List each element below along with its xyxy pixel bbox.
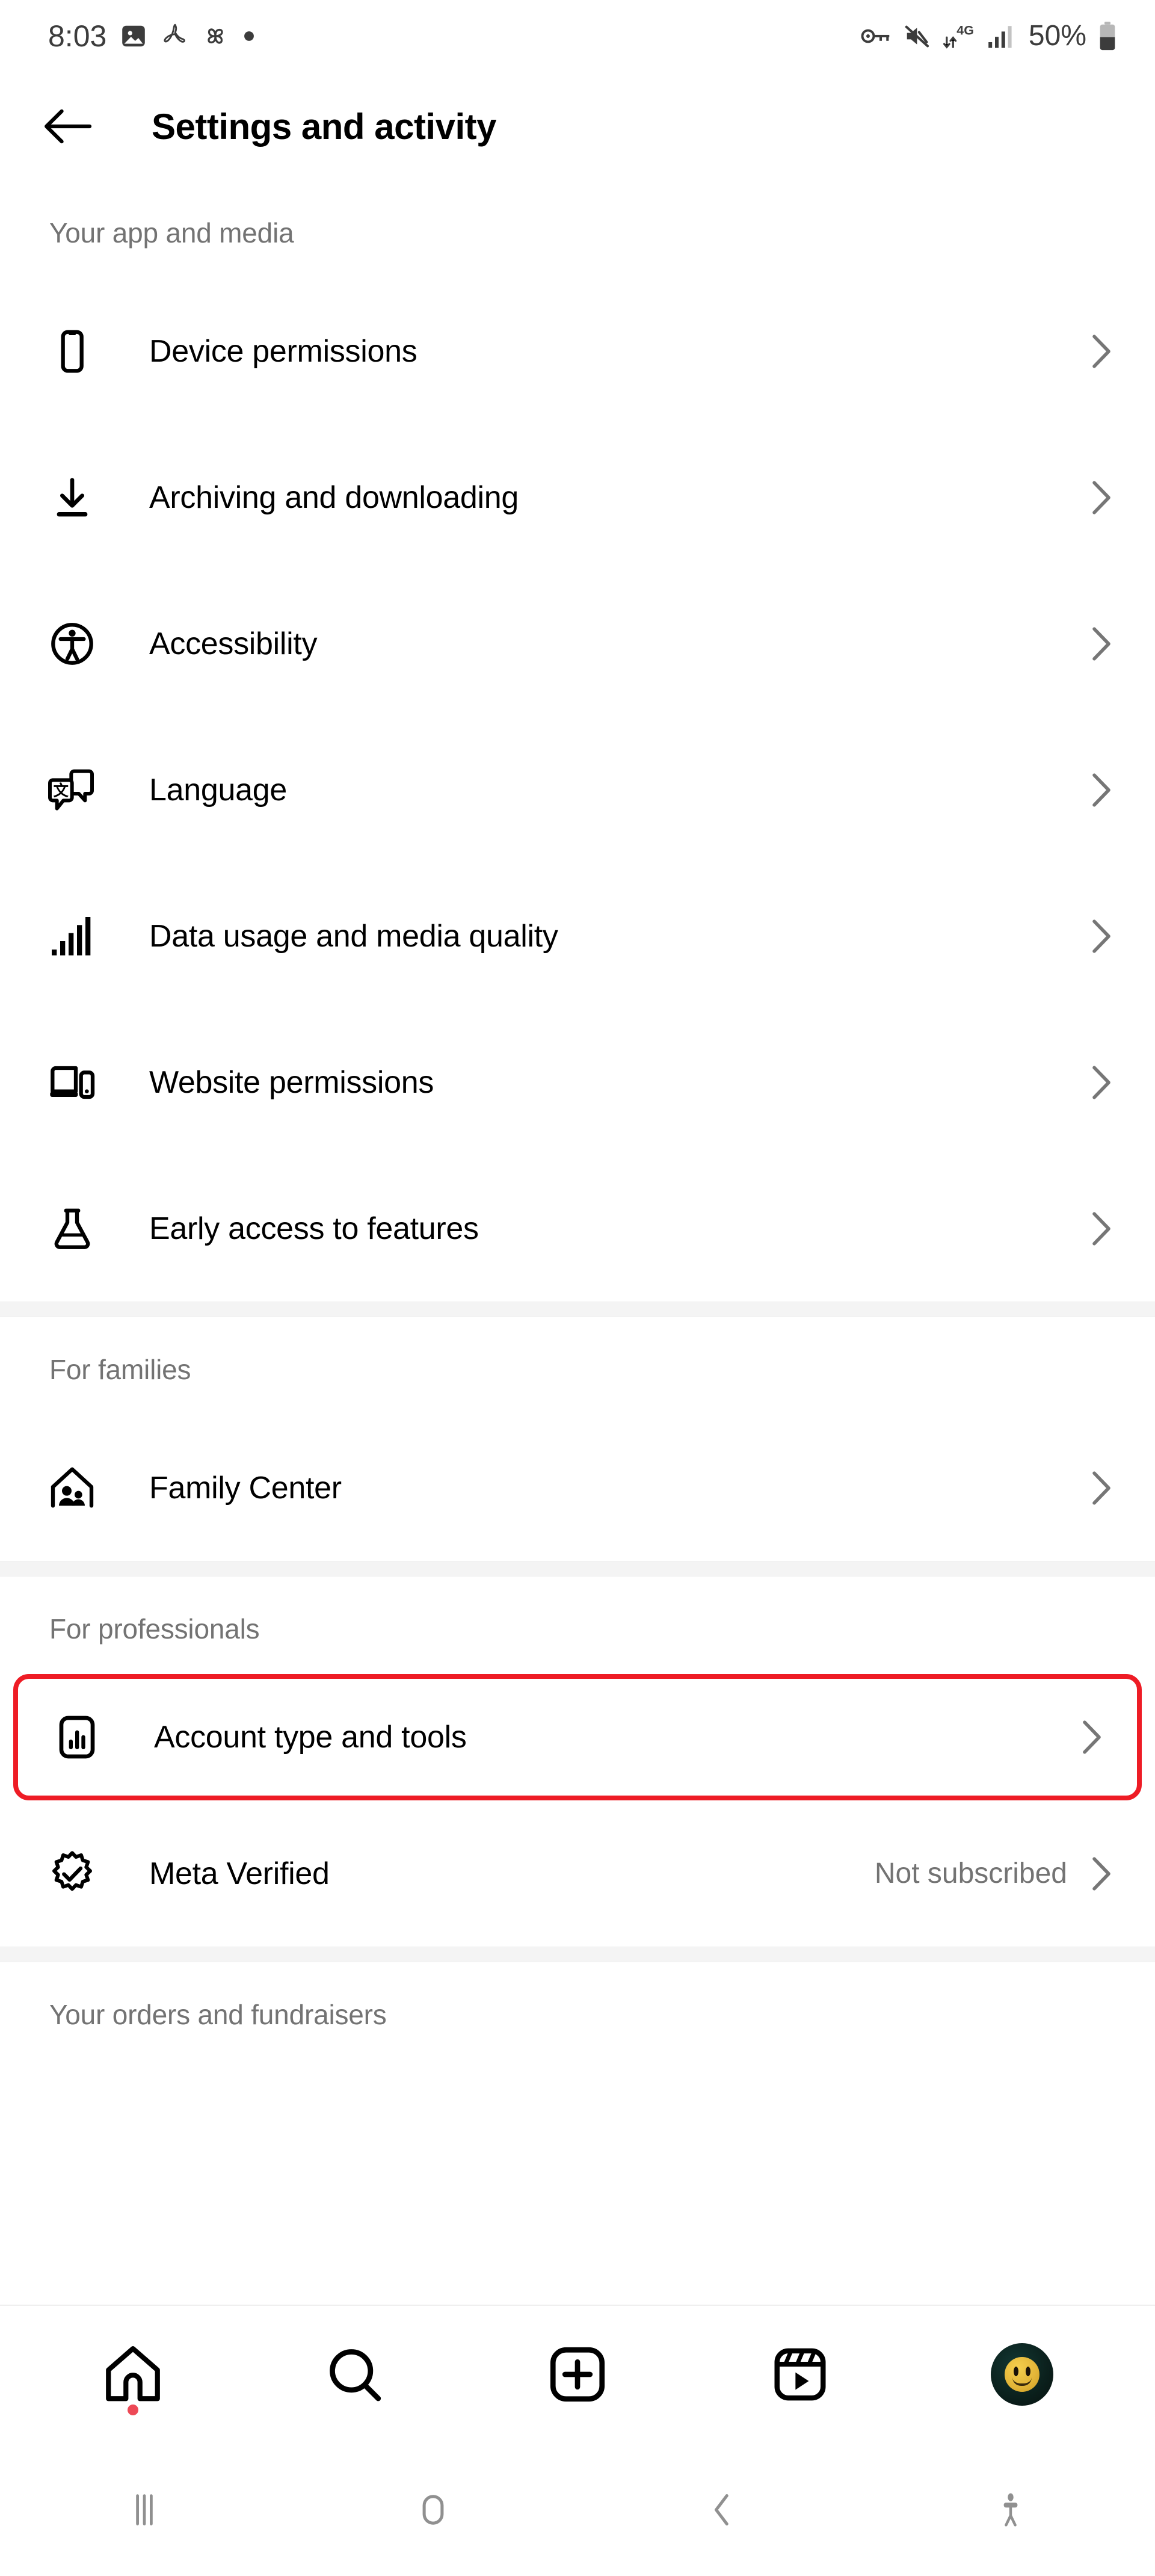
- avatar-face-icon: [1005, 2357, 1040, 2392]
- flask-icon: [47, 1203, 97, 1254]
- chevron-right-icon: [1085, 917, 1118, 956]
- status-bar: 8:03 4G 50%: [0, 0, 1155, 72]
- section-divider: [0, 1947, 1155, 1962]
- battery-percent-label: 50%: [1028, 20, 1086, 52]
- chevron-right-icon: [1085, 625, 1118, 663]
- dot-icon: [244, 31, 254, 41]
- chevron-right-icon: [1085, 1855, 1118, 1893]
- back-chevron-icon: [714, 2494, 728, 2525]
- home-notification-badge: [127, 2405, 138, 2415]
- chevron-right-icon: [1085, 1209, 1118, 1248]
- row-accessibility[interactable]: Accessibility: [0, 570, 1155, 717]
- section-header-for-professionals: For professionals: [49, 1613, 260, 1645]
- phone-icon: [47, 326, 97, 377]
- create-icon: [550, 2347, 605, 2402]
- home-icon: [105, 2346, 160, 2401]
- tab-create[interactable]: [511, 2326, 644, 2423]
- signal-bars-icon: [988, 26, 1012, 48]
- back-button-system[interactable]: [578, 2443, 866, 2576]
- row-label: Early access to features: [149, 1211, 479, 1246]
- row-label: Family Center: [149, 1470, 342, 1506]
- chevron-right-icon: [1085, 1063, 1118, 1102]
- back-button[interactable]: [43, 99, 97, 153]
- reels-icon: [774, 2348, 826, 2401]
- chevron-right-icon: [1085, 1469, 1118, 1507]
- android-system-nav: [0, 2443, 1155, 2576]
- recents-icon: [136, 2494, 153, 2525]
- row-label: Archiving and downloading: [149, 480, 519, 515]
- image-icon: [122, 25, 146, 47]
- chevron-right-icon: [1076, 1718, 1108, 1756]
- settings-list: Your app and media Device permissions Ar…: [0, 181, 1155, 2305]
- avatar: [991, 2343, 1054, 2406]
- chevron-right-icon: [1085, 478, 1118, 517]
- section-divider: [0, 1302, 1155, 1317]
- accessibility-person-icon: [1003, 2492, 1018, 2527]
- status-clock: 8:03: [48, 19, 107, 53]
- browser-window-icon: [47, 1057, 97, 1108]
- row-label: Website permissions: [149, 1064, 434, 1100]
- search-icon: [330, 2349, 381, 2401]
- recents-button[interactable]: [0, 2443, 289, 2576]
- download-icon: [47, 472, 97, 523]
- family-house-icon: [47, 1463, 97, 1513]
- row-label: Meta Verified: [149, 1856, 330, 1891]
- home-circle-icon: [422, 2494, 444, 2525]
- signal-bars-icon: [47, 911, 97, 962]
- row-label: Language: [149, 772, 287, 808]
- svg-text:4G: 4G: [956, 23, 974, 37]
- chevron-right-icon: [1085, 332, 1118, 371]
- pinwheel-icon: [208, 28, 223, 44]
- row-device-permissions[interactable]: Device permissions: [0, 278, 1155, 424]
- row-label: Data usage and media quality: [149, 918, 558, 954]
- row-family-center[interactable]: Family Center: [0, 1415, 1155, 1561]
- home-button[interactable]: [289, 2443, 578, 2576]
- page-title: Settings and activity: [152, 106, 496, 147]
- row-early-access-to-features[interactable]: Early access to features: [0, 1155, 1155, 1302]
- row-archiving-and-downloading[interactable]: Archiving and downloading: [0, 424, 1155, 570]
- tab-home[interactable]: [67, 2326, 199, 2423]
- tab-reels[interactable]: [734, 2326, 866, 2423]
- bottom-tab-bar: [0, 2305, 1155, 2443]
- phone-screen: 8:03 4G 50% Settings and activity Your a…: [0, 0, 1155, 2576]
- arrow-left-icon: [45, 109, 92, 144]
- row-website-permissions[interactable]: Website permissions: [0, 1009, 1155, 1155]
- app-header: Settings and activity: [0, 72, 1155, 181]
- tab-search[interactable]: [289, 2326, 421, 2423]
- translate-icon: 文: [47, 765, 97, 815]
- row-meta-verified[interactable]: Meta Verified Not subscribed: [0, 1800, 1155, 1947]
- accessibility-icon: [47, 619, 97, 669]
- chevron-right-icon: [1085, 771, 1118, 809]
- verified-badge-icon: [47, 1849, 97, 1899]
- bar-chart-icon: [52, 1712, 102, 1762]
- status-bar-right: 4G 50%: [860, 21, 1118, 51]
- mute-speaker-icon: [905, 25, 929, 48]
- row-label: Accessibility: [149, 626, 318, 661]
- svg-text:文: 文: [54, 782, 69, 799]
- row-label: Device permissions: [149, 333, 417, 369]
- section-header-for-families: For families: [49, 1354, 191, 1385]
- vpn-key-icon: [861, 29, 890, 43]
- status-badge: Not subscribed: [874, 1858, 1067, 1889]
- tab-profile[interactable]: [956, 2326, 1088, 2423]
- section-header-your-orders-and-fundraisers: Your orders and fundraisers: [49, 1999, 387, 2030]
- section-header-your-app-and-media: Your app and media: [49, 217, 294, 249]
- accessibility-shortcut-button[interactable]: [866, 2443, 1155, 2576]
- status-bar-left: 8:03: [48, 21, 256, 51]
- row-data-usage-and-media-quality[interactable]: Data usage and media quality: [0, 863, 1155, 1009]
- section-divider: [0, 1561, 1155, 1577]
- adobe-acrobat-icon: [164, 23, 186, 43]
- row-language[interactable]: 文 Language: [0, 717, 1155, 863]
- 4g-data-icon: 4G: [943, 23, 974, 49]
- row-account-type-and-tools[interactable]: Account type and tools: [13, 1674, 1142, 1800]
- avatar-smile: [1012, 2377, 1032, 2386]
- battery-icon: [1100, 22, 1115, 51]
- row-label: Account type and tools: [154, 1720, 467, 1755]
